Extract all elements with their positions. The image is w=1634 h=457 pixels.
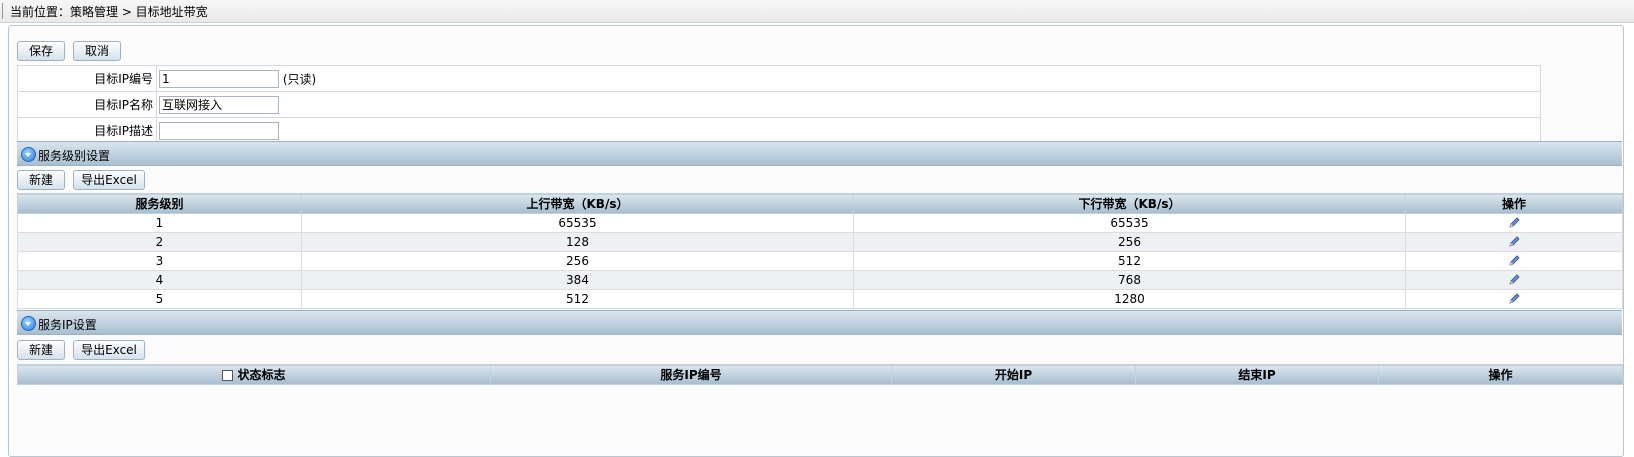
column-header[interactable]: 上行带宽（KB/s）	[301, 193, 854, 214]
column-header: 操作	[1378, 364, 1623, 385]
target-ip-desc-input[interactable]	[159, 121, 279, 140]
table-row[interactable]: 5 512 1280	[17, 289, 1623, 309]
divider	[2, 3, 3, 19]
pencil-icon[interactable]	[1507, 216, 1521, 230]
table-row[interactable]: 4 384 768	[17, 270, 1623, 290]
column-header[interactable]: 服务级别	[17, 193, 302, 214]
section-title: 服务IP设置	[38, 318, 97, 332]
table-header-row: 服务级别 上行带宽（KB/s） 下行带宽（KB/s） 操作	[17, 193, 1623, 214]
upload-cell: 256	[301, 251, 854, 271]
column-header[interactable]: 状态标志	[237, 368, 285, 382]
cancel-button[interactable]: 取消	[73, 41, 121, 61]
service-level-table: 服务级别 上行带宽（KB/s） 下行带宽（KB/s） 操作 1 65535 65…	[17, 193, 1623, 309]
level-cell: 2	[17, 232, 302, 252]
level-cell: 5	[17, 289, 302, 309]
upload-cell: 128	[301, 232, 854, 252]
download-cell: 768	[853, 270, 1406, 290]
service-level-section-header[interactable]: 服务级别设置	[17, 141, 1622, 166]
pencil-icon[interactable]	[1507, 235, 1521, 249]
download-cell: 256	[853, 232, 1406, 252]
column-header[interactable]: 服务IP编号	[490, 364, 892, 385]
collapse-icon[interactable]	[21, 147, 36, 162]
table-header-row: 状态标志 服务IP编号 开始IP 结束IP 操作	[17, 364, 1623, 385]
table-row[interactable]: 1 65535 65535	[17, 213, 1623, 233]
upload-cell: 65535	[301, 213, 854, 233]
readonly-note: (只读)	[282, 72, 317, 86]
pencil-icon[interactable]	[1507, 273, 1521, 287]
level-cell: 1	[17, 213, 302, 233]
column-header[interactable]: 结束IP	[1135, 364, 1379, 385]
service-ip-table: 状态标志 服务IP编号 开始IP 结束IP 操作	[17, 364, 1623, 385]
breadcrumb: 当前位置：策略管理 > 目标地址带宽	[10, 5, 208, 19]
pencil-icon[interactable]	[1507, 254, 1521, 268]
column-header[interactable]: 开始IP	[891, 364, 1136, 385]
column-header: 操作	[1405, 193, 1623, 214]
collapse-icon[interactable]	[21, 316, 36, 331]
target-ip-id-label: 目标IP编号	[17, 65, 157, 92]
level-cell: 3	[17, 251, 302, 271]
table-row[interactable]: 2 128 256	[17, 232, 1623, 252]
target-ip-name-input[interactable]	[159, 95, 279, 114]
new-ip-button[interactable]: 新建	[17, 340, 65, 360]
select-all-checkbox[interactable]	[222, 370, 234, 381]
download-cell: 1280	[853, 289, 1406, 309]
target-ip-name-label: 目标IP名称	[17, 91, 157, 118]
export-excel-button[interactable]: 导出Excel	[73, 340, 145, 360]
download-cell: 65535	[853, 213, 1406, 233]
target-ip-form: 目标IP编号 (只读) 目标IP名称 目标IP描述	[17, 65, 1541, 144]
upload-cell: 512	[301, 289, 854, 309]
level-cell: 4	[17, 270, 302, 290]
save-button[interactable]: 保存	[17, 41, 65, 61]
download-cell: 512	[853, 251, 1406, 271]
service-ip-section-header[interactable]: 服务IP设置	[17, 310, 1622, 335]
breadcrumb-bar: 当前位置：策略管理 > 目标地址带宽	[0, 0, 1634, 23]
upload-cell: 384	[301, 270, 854, 290]
target-ip-id-input[interactable]	[159, 69, 279, 88]
target-ip-desc-label: 目标IP描述	[17, 117, 157, 144]
table-row[interactable]: 3 256 512	[17, 251, 1623, 271]
new-level-button[interactable]: 新建	[17, 170, 65, 190]
section-title: 服务级别设置	[38, 149, 111, 163]
column-header[interactable]: 下行带宽（KB/s）	[853, 193, 1406, 214]
export-excel-button[interactable]: 导出Excel	[73, 170, 145, 190]
pencil-icon[interactable]	[1507, 292, 1521, 306]
